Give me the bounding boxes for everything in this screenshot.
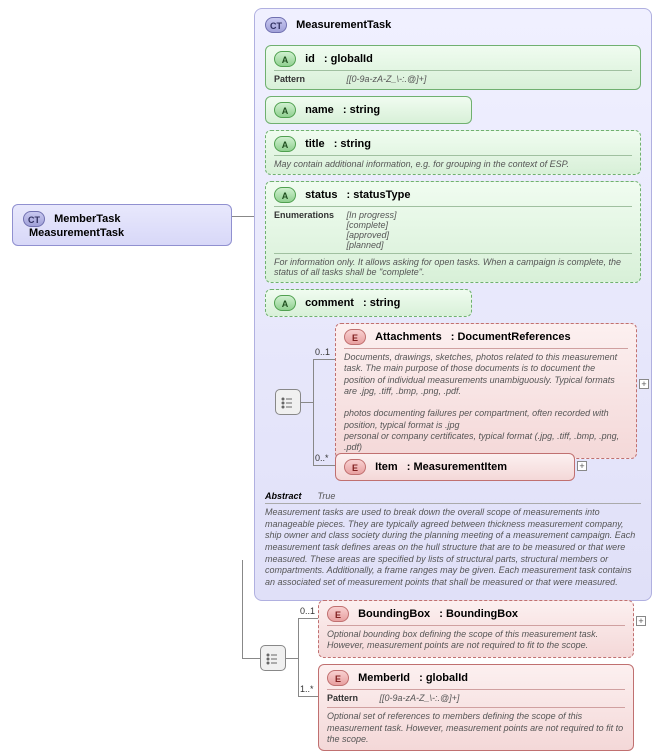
attribute-badge: A [274, 51, 296, 67]
attr-type: : globalId [324, 53, 373, 65]
attr-name: title [305, 138, 325, 150]
enum-value: [planned] [347, 240, 397, 250]
element-name: Item [375, 461, 398, 473]
attr-desc: May contain additional information, e.g.… [274, 155, 632, 169]
ct-name: MeasurementTask [296, 19, 391, 31]
attr-comment: A comment : string [265, 289, 472, 317]
element-badge: E [344, 329, 366, 345]
element-item: E Item : MeasurementItem [335, 453, 575, 481]
root-type: MeasurementTask [29, 227, 124, 239]
element-type: : globalId [419, 672, 468, 684]
attribute-badge: A [274, 136, 296, 152]
attribute-badge: A [274, 187, 296, 203]
expand-handle[interactable]: + [577, 461, 587, 471]
enum-value: [complete] [347, 220, 397, 230]
attr-name: comment [305, 297, 354, 309]
element-boundingbox: E BoundingBox : BoundingBox Optional bou… [318, 600, 634, 658]
element-badge: E [327, 606, 349, 622]
enum-label: Enumerations [274, 210, 344, 220]
connector [298, 618, 299, 696]
measurement-task-frame: CT MeasurementTask A id : globalId Patte… [254, 8, 652, 601]
pattern-value: [[0-9a-zA-Z_\-:.@]+] [380, 693, 460, 703]
multiplicity: 0..* [315, 453, 329, 463]
pattern-label: Pattern [274, 74, 344, 84]
abstract-row: Abstract True [265, 489, 641, 504]
element-type: : BoundingBox [439, 608, 518, 620]
abstract-value: True [318, 491, 336, 501]
attr-type: : string [334, 138, 371, 150]
element-desc: Optional bounding box defining the scope… [327, 625, 625, 652]
expand-handle[interactable]: + [636, 616, 646, 626]
ct-description: Measurement tasks are used to break down… [265, 504, 641, 592]
abstract-label: Abstract [265, 491, 315, 501]
connector [242, 658, 260, 659]
element-desc: Documents, drawings, sketches, photos re… [344, 348, 628, 453]
pattern-value: [[0-9a-zA-Z_\-:.@]+] [347, 74, 427, 84]
multiplicity: 1..* [300, 684, 314, 694]
element-type: : DocumentReferences [451, 331, 571, 343]
attr-status: A status : statusType Enumerations [In p… [265, 181, 641, 283]
connector [232, 216, 254, 217]
attr-title: A title : string May contain additional … [265, 130, 641, 175]
attr-id: A id : globalId Pattern [[0-9a-zA-Z_\-:.… [265, 45, 641, 90]
element-memberid: E MemberId : globalId Pattern [[0-9a-zA-… [318, 664, 634, 751]
element-name: MemberId [358, 672, 410, 684]
attr-name: id [305, 53, 315, 65]
element-badge: E [344, 459, 366, 475]
element-attachments: E Attachments : DocumentReferences Docum… [335, 323, 637, 459]
connector [301, 402, 313, 403]
element-name: BoundingBox [358, 608, 430, 620]
sequence-connector-icon [260, 645, 286, 671]
element-badge: E [327, 670, 349, 686]
element-type: : MeasurementItem [407, 461, 507, 473]
root-complex-type: CT MemberTask MeasurementTask [12, 204, 232, 246]
ct-badge: CT [265, 17, 287, 33]
expand-handle[interactable]: + [639, 379, 649, 389]
attribute-badge: A [274, 102, 296, 118]
attr-name: status [305, 189, 337, 201]
connector [313, 465, 335, 466]
multiplicity: 0..1 [300, 606, 315, 616]
root-name: MemberTask [54, 213, 120, 225]
attr-name: name [305, 104, 334, 116]
connector [242, 560, 243, 658]
connector [298, 696, 318, 697]
connector [286, 658, 298, 659]
attr-type: : string [343, 104, 380, 116]
multiplicity: 0..1 [315, 347, 330, 357]
enum-value: [approved] [347, 230, 397, 240]
sequence-connector-icon [275, 389, 301, 415]
attr-type: : statusType [347, 189, 411, 201]
connector [313, 359, 314, 465]
attr-desc: For information only. It allows asking f… [274, 253, 632, 277]
attr-type: : string [363, 297, 400, 309]
element-desc: Optional set of references to members de… [327, 707, 625, 745]
connector [313, 359, 335, 360]
attr-name-box: A name : string [265, 96, 472, 124]
ct-badge: CT [23, 211, 45, 227]
element-name: Attachments [375, 331, 442, 343]
pattern-label: Pattern [327, 693, 377, 704]
attribute-badge: A [274, 295, 296, 311]
enum-value: [In progress] [347, 210, 397, 220]
connector [298, 618, 318, 619]
